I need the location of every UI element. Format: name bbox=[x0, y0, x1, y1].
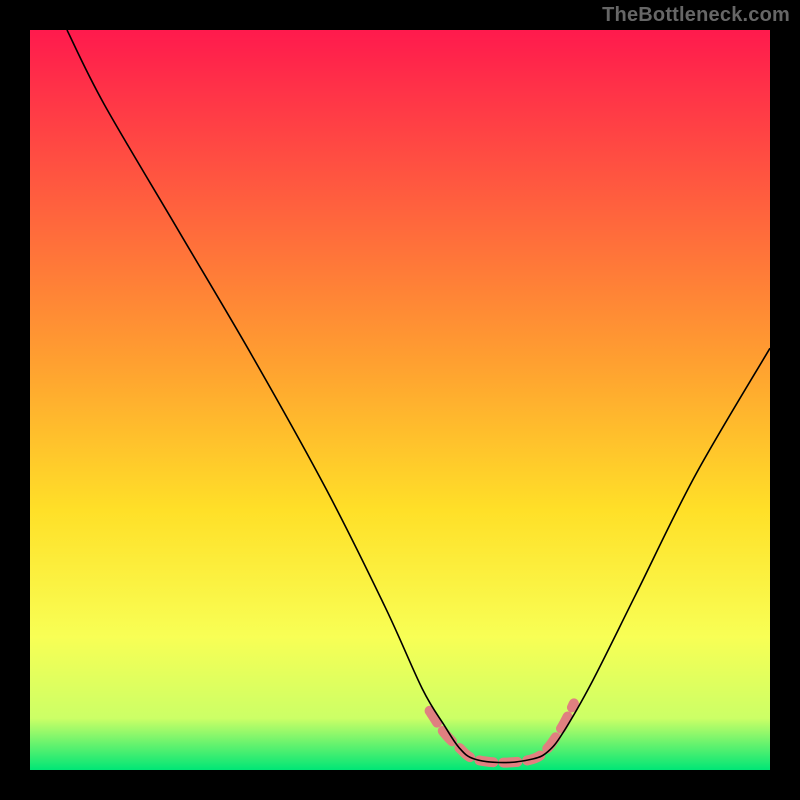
chart-svg bbox=[30, 30, 770, 770]
attribution-label: TheBottleneck.com bbox=[602, 4, 790, 27]
chart-frame: TheBottleneck.com bbox=[0, 0, 800, 800]
plot-area bbox=[30, 30, 770, 770]
gradient-background bbox=[30, 30, 770, 770]
